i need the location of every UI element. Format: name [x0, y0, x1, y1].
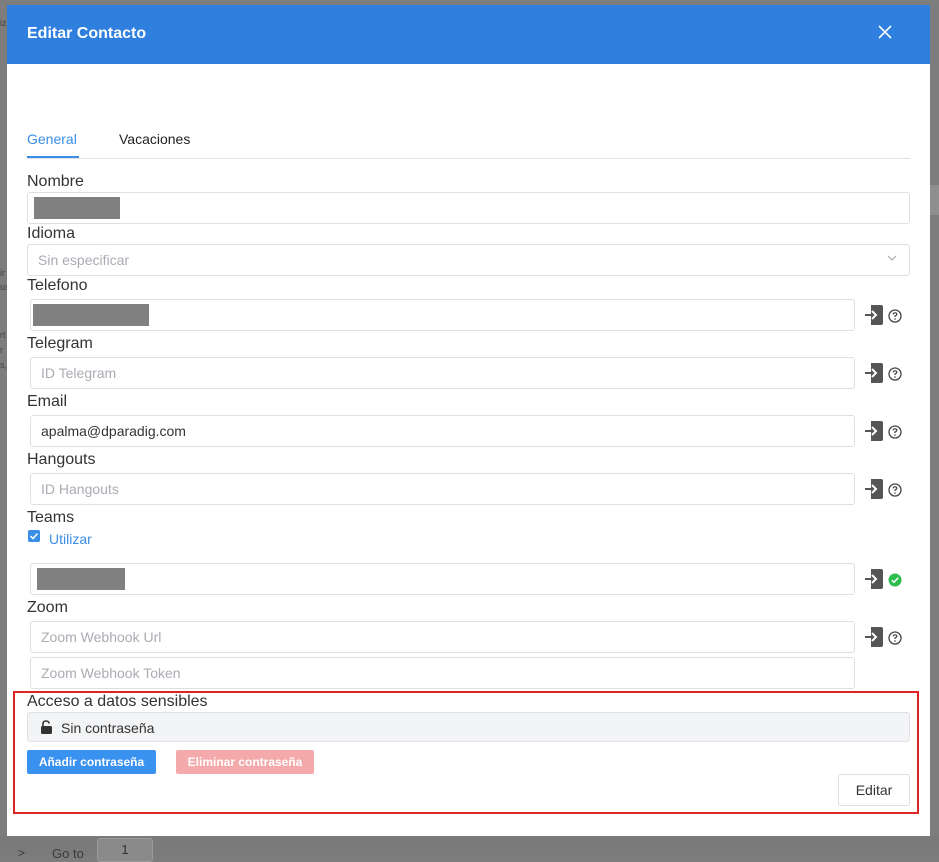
help-icon[interactable] — [888, 309, 902, 323]
email-label: Email — [27, 393, 68, 410]
tab-general[interactable]: General — [27, 131, 77, 147]
import-icon[interactable] — [863, 567, 885, 591]
teams-label: Teams — [27, 509, 75, 526]
help-icon[interactable] — [888, 367, 902, 381]
background-goto-label: Go to — [52, 846, 84, 861]
import-icon[interactable] — [863, 625, 885, 649]
edit-button[interactable]: Editar — [838, 774, 910, 806]
zoom-actions — [863, 625, 913, 649]
close-icon[interactable] — [877, 24, 893, 40]
zoom-label: Zoom — [27, 599, 68, 616]
telefono-actions — [863, 303, 913, 327]
teams-actions — [863, 567, 913, 591]
redacted-value — [37, 568, 125, 590]
zoom-token-placeholder: Zoom Webhook Token — [41, 665, 181, 681]
email-actions — [863, 419, 913, 443]
idioma-placeholder: Sin especificar — [38, 252, 130, 268]
password-status: Sin contraseña — [27, 712, 910, 742]
dialog-title: Editar Contacto — [27, 25, 147, 42]
idioma-select[interactable]: Sin especificar — [27, 244, 910, 276]
background-text-fragment: iz — [0, 18, 7, 28]
chevron-down-icon — [887, 255, 897, 261]
nombre-label: Nombre — [27, 173, 84, 190]
tab-bar: General Vacaciones — [27, 123, 910, 159]
background-panel-edge — [930, 185, 939, 215]
check-circle-icon — [888, 573, 902, 587]
teams-checkbox-label[interactable]: Utilizar — [49, 531, 92, 547]
hangouts-placeholder: ID Hangouts — [41, 481, 119, 497]
teams-checkbox[interactable] — [28, 530, 40, 542]
background-goto-input: 1 — [97, 838, 153, 862]
hangouts-input[interactable]: ID Hangouts — [30, 473, 855, 505]
redacted-value — [34, 197, 120, 219]
telegram-placeholder: ID Telegram — [41, 365, 117, 381]
password-status-text: Sin contraseña — [61, 720, 155, 736]
email-value: apalma@dparadig.com — [41, 423, 186, 439]
background-text-fragment: r — [0, 345, 3, 355]
import-icon[interactable] — [863, 303, 885, 327]
zoom-token-input[interactable]: Zoom Webhook Token — [30, 657, 855, 689]
telegram-actions — [863, 361, 913, 385]
telefono-label: Telefono — [27, 277, 88, 294]
active-tab-indicator — [27, 156, 79, 158]
telegram-input[interactable]: ID Telegram — [30, 357, 855, 389]
import-icon[interactable] — [863, 477, 885, 501]
zoom-url-placeholder: Zoom Webhook Url — [41, 629, 162, 645]
background-text-fragment: ir — [0, 268, 5, 278]
import-icon[interactable] — [863, 419, 885, 443]
import-icon[interactable] — [863, 361, 885, 385]
unlock-icon — [41, 720, 52, 734]
nombre-input[interactable] — [27, 192, 910, 224]
tab-vacaciones[interactable]: Vacaciones — [119, 131, 190, 147]
telegram-label: Telegram — [27, 335, 93, 352]
background-text-fragment: s, — [0, 360, 8, 370]
background-text-fragment: rt — [0, 330, 6, 340]
help-icon[interactable] — [888, 631, 902, 645]
help-icon[interactable] — [888, 425, 902, 439]
email-input[interactable]: apalma@dparadig.com — [30, 415, 855, 447]
zoom-url-input[interactable]: Zoom Webhook Url — [30, 621, 855, 653]
hangouts-actions — [863, 477, 913, 501]
redacted-value — [33, 304, 149, 326]
background-arrow-icon: > — [18, 846, 26, 860]
help-icon[interactable] — [888, 483, 902, 497]
dialog-header: Editar Contacto — [7, 5, 930, 64]
add-password-button[interactable]: Añadir contraseña — [27, 750, 156, 774]
idioma-label: Idioma — [27, 225, 76, 242]
hangouts-label: Hangouts — [27, 451, 96, 468]
delete-password-button[interactable]: Eliminar contraseña — [176, 750, 314, 774]
teams-input[interactable] — [30, 563, 855, 595]
edit-contact-dialog: Editar Contacto General Vacaciones Nombr… — [7, 5, 930, 836]
sensitive-data-label: Acceso a datos sensibles — [27, 693, 208, 710]
telefono-input[interactable] — [30, 299, 855, 331]
